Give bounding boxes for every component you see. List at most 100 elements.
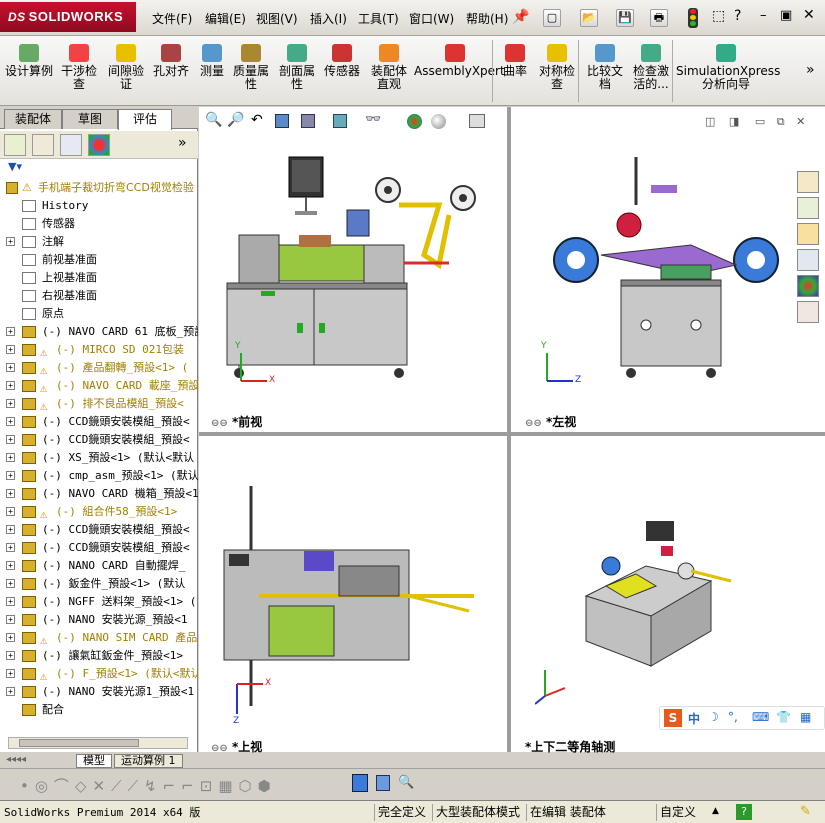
ribbon-button[interactable]: 间隙验证 [104,38,148,104]
expand-icon[interactable]: + [6,471,15,480]
tab-0[interactable]: 装配体 [4,109,62,129]
design-library-icon[interactable] [797,197,819,219]
tree-item[interactable]: + ⚠ (-) NANO SIM CARD 產品 [0,629,198,647]
pin-icon[interactable]: 📌 [512,9,529,25]
expand-icon[interactable]: + [6,363,15,372]
filter-icon[interactable]: ▼▾ [0,160,198,176]
panel-hscroll[interactable] [8,737,188,749]
tree-item[interactable]: + (-) 讓氣缸鈑金件_預設<1> [0,647,198,665]
panel-expand-icon[interactable]: » [178,135,187,151]
tree-item[interactable]: + (-) CCD鏡頭安裝模組_預設< [0,431,198,449]
viewport-left[interactable]: Y Z ⊖⊖ *左视 [511,135,825,432]
ribbon-button[interactable]: 对称检查 [534,38,580,104]
ime-bar[interactable]: S 中 ☽ °, ⌨ 👕 ▦ [659,706,825,730]
expand-icon[interactable]: + [6,525,15,534]
expand-icon[interactable]: + [6,327,15,336]
expand-icon[interactable]: + [6,489,15,498]
tools-icon[interactable]: ▦ [800,710,811,724]
help-status-icon[interactable]: ? [736,804,752,820]
graphics-area[interactable]: 🔍 🔎 ↶ 👓 ◫ ◨ ▭ ⧉ ✕ Y X ⊖⊖ *前视 Y Z ⊖⊖ *左视 … [199,107,825,754]
tree-item[interactable]: + (-) NANO 安裝光源1_預設<1 [0,683,198,701]
status-units[interactable]: 自定义 [656,804,732,821]
moon-icon[interactable]: ☽ [708,710,719,724]
home-icon[interactable] [797,171,819,193]
expand-icon[interactable]: + [6,381,15,390]
restore-icon[interactable]: ▣ [780,8,792,23]
ribbon-button[interactable]: 剖面属性 [276,38,318,104]
sketch-zoom-icon[interactable]: 🔍 [398,775,414,790]
view-palette-icon[interactable] [797,249,819,271]
punctuation-icon[interactable]: °, [728,710,738,724]
viewport-vsplitter[interactable] [507,107,511,752]
help-icon[interactable]: ? [734,8,741,24]
viewport-close-icon[interactable]: ✕ [796,115,805,128]
expand-icon[interactable]: + [6,399,15,408]
print-icon[interactable]: 🖶 [650,9,668,27]
viewport-hsplitter[interactable] [199,432,825,436]
tree-root[interactable]: ⚠ 手机端子裁切折弯CCD视觉检验 [0,179,198,197]
tree-item[interactable]: + (-) CCD鏡頭安裝模組_預設< [0,413,198,431]
viewport-restore-icon[interactable]: ⧉ [777,115,785,128]
view-settings-icon[interactable] [469,114,485,128]
tree-item[interactable]: + ⚠ (-) 組合件58_預設<1> [0,503,198,521]
tree-item[interactable]: + (-) NAVO CARD 機箱_預設<1 [0,485,198,503]
sketch-tools[interactable]: •◎⌒◇✕⟋⟋↯⌐⌐⊡▦⬡⬢ [20,775,277,796]
tab-scroll-icon[interactable]: ◂◂◂◂ [6,754,26,765]
menu-item[interactable]: 工具(T) [358,10,399,27]
ribbon-button[interactable]: 孔对齐 [150,38,192,104]
save-icon[interactable]: 💾 [616,9,634,27]
tree-item[interactable]: + ⚠ (-) 產品翻轉_預設<1> ( [0,359,198,377]
ribbon-more-icon[interactable]: » [806,62,815,78]
tree-item[interactable]: + 注解 [0,233,198,251]
units-dropdown-icon[interactable]: ▲ [712,806,719,816]
tree-item[interactable]: 配合 [0,701,198,719]
ribbon-button[interactable]: 质量属性 [230,38,272,104]
config-manager-icon[interactable] [60,134,82,156]
tree-item[interactable]: + (-) CCD鏡頭安裝模組_預設< [0,521,198,539]
menu-item[interactable]: 帮助(H) [466,10,508,27]
menu-item[interactable]: 编辑(E) [205,10,246,27]
bottom-tab-1[interactable]: 运动算例 1 [114,754,183,768]
feature-tree-icon[interactable] [4,134,26,156]
expand-icon[interactable]: + [6,651,15,660]
open-icon[interactable]: 📂 [580,9,598,27]
expand-icon[interactable]: + [6,543,15,552]
tree-item[interactable]: + (-) cmp_asm_预設<1> (默认 [0,467,198,485]
tree-item[interactable]: + ⚠ (-) 排不良品模組_預設< [0,395,198,413]
viewport-single-icon[interactable]: ◨ [729,115,739,128]
ribbon-button[interactable]: 测量 [196,38,228,104]
section-view-icon[interactable] [275,114,289,128]
ribbon-button[interactable]: 干涉检查 [56,38,102,104]
ribbon-button[interactable]: 装配体直观 [366,38,412,104]
close-icon[interactable]: ✕ [803,7,815,23]
ribbon-button[interactable]: AssemblyXpert [414,38,505,104]
hide-show-icon[interactable]: 👓 [365,112,381,127]
tree-item[interactable]: + (-) XS_預設<1> (默认<默认 [0,449,198,467]
ime-mode-label[interactable]: 中 [688,710,700,727]
solidworks-logo[interactable]: DS SOLIDWORKS [0,2,136,32]
expand-icon[interactable]: + [6,417,15,426]
expand-icon[interactable]: + [6,507,15,516]
tree-item[interactable]: History [0,197,198,215]
menu-item[interactable]: 窗口(W) [409,10,454,27]
menu-item[interactable]: 视图(V) [256,10,298,27]
zoom-fit-icon[interactable]: 🔍 [205,112,222,128]
property-manager-icon[interactable] [32,134,54,156]
tree-item[interactable]: + ⚠ (-) NAVO CARD 載座_預設 [0,377,198,395]
view-orientation-icon[interactable] [301,114,315,128]
tree-item[interactable]: + (-) 鈑金件_預設<1> (默认 [0,575,198,593]
tree-item[interactable]: + (-) NANO 安裝光源_預設<1 [0,611,198,629]
viewport-front[interactable]: Y X ⊖⊖ *前视 [199,135,507,432]
skin-icon[interactable]: 👕 [776,710,791,724]
tab-2[interactable]: 评估 [118,109,172,130]
new-document-icon[interactable]: ▢ [543,9,561,27]
tab-1[interactable]: 草图 [62,109,118,129]
ribbon-button[interactable]: 曲率 [498,38,532,104]
expand-icon[interactable]: + [6,237,15,246]
viewport-top[interactable]: X Z ⊖⊖ *上视 [199,436,507,754]
tree-item[interactable]: + ⚠ (-) F_預設<1> (默认<默认 [0,665,198,683]
zoom-area-icon[interactable]: 🔎 [227,112,244,128]
tree-item[interactable]: 原点 [0,305,198,323]
appearances-icon[interactable] [797,275,819,297]
menu-item[interactable]: 文件(F) [152,10,192,27]
